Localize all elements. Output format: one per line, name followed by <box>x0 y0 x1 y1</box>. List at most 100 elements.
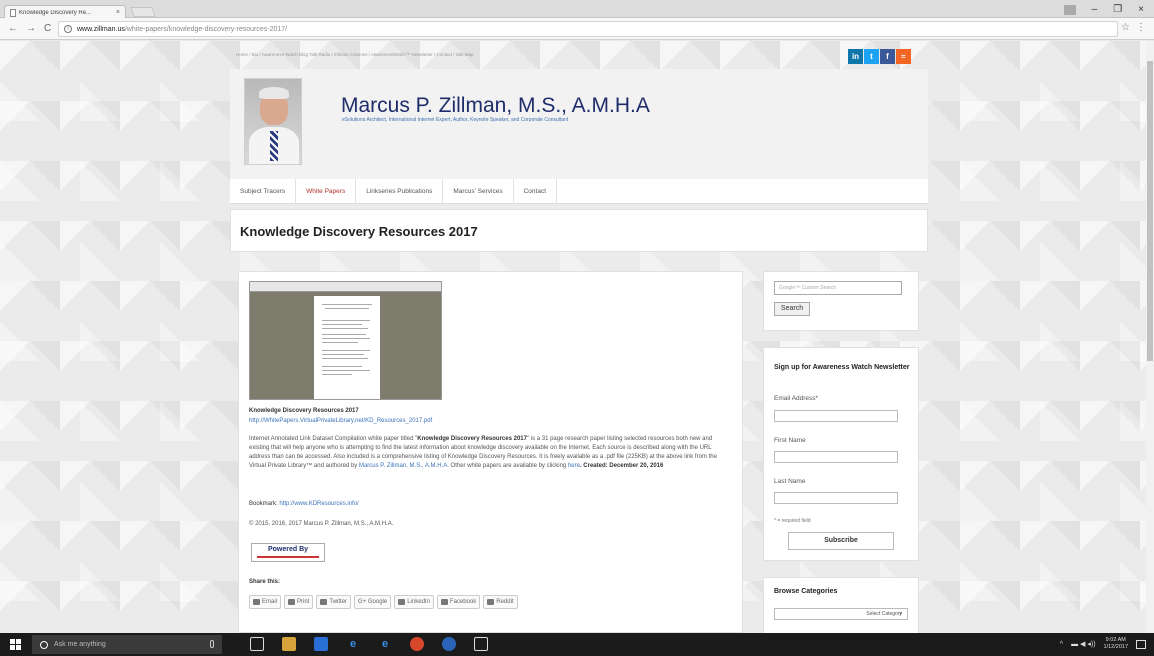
email-label: Email Address* <box>774 395 819 402</box>
windows-start-icon[interactable] <box>10 639 21 650</box>
tab-close-icon[interactable]: × <box>116 9 120 16</box>
cortana-search-box[interactable]: Ask me anything <box>32 635 222 654</box>
sidebar: Google™ Custom Search Search Sign up for… <box>763 271 919 633</box>
bookmark-star-icon[interactable]: ☆ <box>1121 22 1130 33</box>
forward-icon[interactable]: → <box>26 23 36 34</box>
author-link[interactable]: Marcus P. Zillman, M.S., A.M.H.A. <box>359 463 449 469</box>
category-select[interactable]: Select Category ▾ <box>774 608 908 620</box>
microphone-icon[interactable] <box>210 640 214 648</box>
share-reddit-button[interactable]: Reddit <box>483 595 518 609</box>
cortana-icon <box>40 640 48 649</box>
page-scrollbar[interactable] <box>1146 41 1154 633</box>
site-header: Marcus P. Zillman, M.S., A.M.H.A eSoluti… <box>230 69 928 179</box>
first-name-label: First Name <box>774 437 806 444</box>
minimize-icon[interactable]: – <box>1092 4 1098 15</box>
tab-title: Knowledge Discovery Re... <box>19 9 92 16</box>
created-date: . Created: December 20, 2016 <box>579 463 664 469</box>
share-buttons: Email Print Twitter G+ Google LinkedIn F… <box>249 595 518 609</box>
search-widget: Google™ Custom Search Search <box>763 271 919 331</box>
email-field[interactable] <box>774 410 898 422</box>
close-window-icon[interactable]: × <box>1138 4 1144 15</box>
facebook-icon[interactable]: f <box>880 49 895 64</box>
powered-by-badge[interactable]: Powered By <box>251 543 325 562</box>
notifications-icon[interactable] <box>1136 639 1146 649</box>
share-label: Share this: <box>249 579 281 585</box>
site-container: Home / Bio / Awareness Watch Blog Talk R… <box>230 41 928 633</box>
dropdown-arrow-icon: ▾ <box>899 611 902 617</box>
windows-taskbar: Ask me anything e e ^ ▬ ◀ ◂)) 9:02 AM 1/… <box>0 633 1154 656</box>
back-icon[interactable]: ← <box>8 23 18 34</box>
social-icons: in t f ≈ <box>848 49 911 64</box>
top-menu[interactable]: Home / Bio / Awareness Watch Blog Talk R… <box>236 52 474 57</box>
clock[interactable]: 9:02 AM 1/12/2017 <box>1104 637 1128 651</box>
browser-toolbar: ← → C i www.zillman.us/white-papers/know… <box>0 18 1154 40</box>
share-linkedin-button[interactable]: LinkedIn <box>394 595 434 609</box>
tray-chevron-icon[interactable]: ^ <box>1060 641 1063 648</box>
address-bar[interactable]: i www.zillman.us/white-papers/knowledge-… <box>58 21 1118 37</box>
twitter-bird-icon <box>320 599 328 605</box>
window-controls: – ❐ × <box>1063 4 1144 15</box>
document-title: Knowledge Discovery Resources 2017 <box>249 408 359 414</box>
url-path: /white-papers/knowledge-discovery-resour… <box>124 25 288 33</box>
site-tagline: eSolutions Architect, International Inte… <box>342 117 569 123</box>
file-explorer-icon[interactable] <box>282 637 296 651</box>
store-bag-icon[interactable] <box>474 637 488 651</box>
author-photo <box>244 78 302 165</box>
rss-icon[interactable]: ≈ <box>896 49 911 64</box>
task-view-icon[interactable] <box>250 637 264 651</box>
chrome-icon[interactable] <box>410 637 424 651</box>
share-facebook-button[interactable]: Facebook <box>436 595 481 609</box>
nav-linkseries-publications[interactable]: Linkseries Publications <box>356 178 444 204</box>
share-google-button[interactable]: G+ Google <box>354 595 392 609</box>
reload-icon[interactable]: C <box>44 23 51 34</box>
nav-subject-tracers[interactable]: Subject Tracers <box>230 178 297 204</box>
subscribe-button[interactable]: Subscribe <box>788 532 894 550</box>
copyright-text: © 2015, 2016, 2017 Marcus P. Zillman, M.… <box>249 521 394 527</box>
last-name-field[interactable] <box>774 492 898 504</box>
site-title[interactable]: Marcus P. Zillman, M.S., A.M.H.A <box>341 94 650 118</box>
nav-contact[interactable]: Contact <box>514 178 558 204</box>
main-nav: Subject Tracers White Papers Linkseries … <box>230 178 928 204</box>
facebook-small-icon <box>440 599 448 605</box>
edge-icon[interactable]: e <box>346 637 360 651</box>
categories-widget: Browse Categories Select Category ▾ <box>763 577 919 633</box>
browser-tab[interactable]: Knowledge Discovery Re... × <box>4 5 126 19</box>
browser-menu-icon[interactable]: ⋮ <box>1136 22 1146 33</box>
twitter-icon[interactable]: t <box>864 49 879 64</box>
article-description: Internet Annotated Link Dataset Compilat… <box>249 436 717 469</box>
document-preview-image[interactable] <box>249 281 442 400</box>
search-button[interactable]: Search <box>774 302 810 316</box>
required-note: * = required field <box>774 518 811 524</box>
other-papers-link[interactable]: here <box>568 463 580 469</box>
description-bold-title: Knowledge Discovery Resources 2017 <box>417 436 527 442</box>
bookmark-line: Bookmark: http://www.KDResources.info/ <box>249 501 359 507</box>
nav-marcus-services[interactable]: Marcus' Services <box>443 178 514 204</box>
page-viewport: Home / Bio / Awareness Watch Blog Talk R… <box>0 41 1146 633</box>
first-name-field[interactable] <box>774 451 898 463</box>
browser-tab-bar: Knowledge Discovery Re... × – ❐ × <box>0 0 1154 19</box>
system-tray: ^ ▬ ◀ ◂)) 9:02 AM 1/12/2017 <box>1060 637 1146 651</box>
new-tab-button[interactable] <box>130 7 156 17</box>
share-email-button[interactable]: Email <box>249 595 282 609</box>
maximize-icon[interactable]: ❐ <box>1113 4 1122 15</box>
tray-status-icons[interactable]: ▬ ◀ ◂)) <box>1071 640 1095 648</box>
newsletter-widget: Sign up for Awareness Watch Newsletter E… <box>763 347 919 561</box>
share-print-button[interactable]: Print <box>284 595 314 609</box>
info-icon[interactable]: i <box>64 25 72 33</box>
email-icon <box>253 599 260 605</box>
app-icon[interactable] <box>442 637 456 651</box>
share-twitter-button[interactable]: Twitter <box>316 595 352 609</box>
nav-white-papers[interactable]: White Papers <box>296 178 357 204</box>
search-input[interactable]: Google™ Custom Search <box>774 281 902 295</box>
document-link[interactable]: http://WhitePapers.VirtualPrivateLibrary… <box>249 418 432 424</box>
internet-explorer-icon[interactable]: e <box>378 637 392 651</box>
linkedin-icon[interactable]: in <box>848 49 863 64</box>
linkedin-small-icon <box>398 599 406 605</box>
bookmark-link[interactable]: http://www.KDResources.info/ <box>279 501 358 507</box>
print-icon <box>288 599 296 605</box>
nav-buttons: ← → C <box>8 23 51 34</box>
categories-title: Browse Categories <box>774 588 838 595</box>
store-icon[interactable] <box>314 637 328 651</box>
page-title-bar: Knowledge Discovery Resources 2017 <box>230 209 928 252</box>
profile-icon[interactable] <box>1063 4 1076 15</box>
